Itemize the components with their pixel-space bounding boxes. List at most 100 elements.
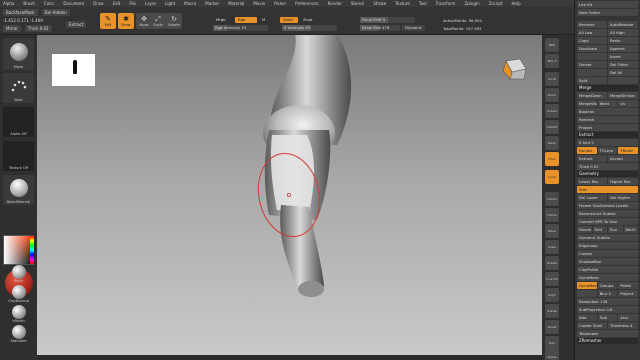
palette-reconstruct-subdiv-button[interactable]: Reconstruct Subdiv: [577, 210, 638, 217]
focal-shift-slider[interactable]: Focal Shift 0: [360, 17, 415, 23]
palette-higher-res-button[interactable]: Higher Res: [608, 178, 638, 185]
palette-groups-button[interactable]: Groups: [597, 282, 618, 289]
palette-s-smt-5-button[interactable]: S Smt 5: [577, 139, 638, 146]
shelf-ghost-button[interactable]: Ghost: [545, 320, 559, 334]
palette-dynamesh-button[interactable]: DynaMesh: [577, 282, 597, 289]
palette-blur-2-button[interactable]: Blur 2: [597, 290, 618, 297]
shelf-actual-button[interactable]: Actual: [545, 104, 559, 118]
palette-freeze-subdivision-levels-button[interactable]: Freeze SubDivision Levels: [577, 202, 638, 209]
palette-all-low-button[interactable]: All Low: [577, 29, 607, 36]
palette-accept-button[interactable]: Accept: [608, 155, 638, 162]
palette-autoreorder-button[interactable]: AutoReorder: [608, 21, 638, 28]
menu-alpha[interactable]: Alpha: [3, 1, 14, 6]
shelf-gizmo-button[interactable]: Gizmo: [545, 192, 559, 206]
shelf-local-button[interactable]: Local: [545, 170, 559, 184]
palette-project-button[interactable]: Project: [577, 124, 638, 131]
palette-dynamesh-button[interactable]: DynaMesh: [577, 274, 638, 281]
menu-transform[interactable]: Transform: [436, 1, 456, 6]
shelf-rotate-button[interactable]: Rotate: [545, 256, 559, 270]
geometry-section-header[interactable]: Geometry: [577, 171, 638, 177]
palette-divide-button[interactable]: Divide: [577, 226, 592, 233]
menu-brush[interactable]: Brush: [23, 1, 35, 6]
material-selector[interactable]: BasicMaterial: [3, 175, 34, 205]
palette-duplicate-button[interactable]: Duplicate: [577, 45, 607, 52]
shelf-bpr-button[interactable]: BPR: [545, 38, 559, 52]
palette-crease-button[interactable]: Crease: [577, 250, 638, 257]
palette-sub-button[interactable]: Sub: [597, 314, 618, 321]
stroke-selector[interactable]: Dots: [3, 73, 34, 103]
palette-double-button[interactable]: Double: [577, 147, 597, 154]
palette-suv-button[interactable]: Suv: [608, 226, 623, 233]
extract-button[interactable]: Extract: [66, 21, 87, 28]
palette-add-button[interactable]: Add: [577, 314, 597, 321]
palette-convert-bpr-to-geo-button[interactable]: Convert BPR To Geo: [577, 218, 638, 225]
color-picker[interactable]: [3, 235, 34, 265]
palette-thickness-4-button[interactable]: Thickness 4: [608, 322, 638, 329]
rgb-intensity-slider[interactable]: Rgb Intensity 25: [213, 25, 268, 31]
palette-uv-button[interactable]: Uv: [618, 100, 639, 107]
palette-lite-kit-button[interactable]: Lite Kit: [577, 1, 638, 8]
shelf-floor-button[interactable]: Floor: [545, 152, 559, 166]
menu-stencil[interactable]: Stencil: [351, 1, 365, 6]
palette-tcorne-button[interactable]: TCorne: [597, 147, 618, 154]
palette-mergedown-button[interactable]: MergeDown: [577, 92, 607, 99]
mrgb-button[interactable]: Mrgb: [213, 17, 229, 23]
standard-brush-button[interactable]: Standard: [5, 325, 32, 343]
draw-mode-button[interactable]: ✱ Draw: [118, 13, 134, 29]
zsub-button[interactable]: Zsub: [300, 17, 315, 23]
palette-sdiv-button[interactable]: Sdiv: [577, 186, 638, 193]
dynamic-button[interactable]: Dynamic: [402, 25, 425, 31]
menu-picker[interactable]: Picker: [274, 1, 286, 6]
claybuildup-brush-button[interactable]: ClayBuildup: [5, 285, 32, 303]
menu-edit[interactable]: Edit: [113, 1, 121, 6]
shelf-move-button[interactable]: Move: [545, 224, 559, 238]
menu-help[interactable]: Help: [512, 1, 521, 6]
menu-render[interactable]: Render: [328, 1, 342, 6]
menu-tool[interactable]: Tool: [419, 1, 427, 6]
palette-del-lower-button[interactable]: Del Lower: [577, 194, 607, 201]
menu-light[interactable]: Light: [165, 1, 175, 6]
palette-edgeloop-button[interactable]: EdgeLoop: [577, 242, 638, 249]
rgb-button[interactable]: Rgb: [235, 17, 257, 23]
menu-file[interactable]: File: [129, 1, 136, 6]
palette-delete-button[interactable]: Delete: [577, 61, 607, 68]
palette-and-button[interactable]: And: [618, 314, 639, 321]
palette-extract-button[interactable]: Extract: [577, 155, 607, 162]
orientation-cube-icon[interactable]: [500, 57, 528, 81]
shelf-line-fill-button[interactable]: Line Fill: [545, 272, 559, 286]
palette-claypolish-button[interactable]: ClayPolish: [577, 266, 638, 273]
hue-strip[interactable]: [30, 236, 34, 264]
palette-insert-button[interactable]: Insert: [608, 53, 638, 60]
menu-preferences[interactable]: Preferences: [295, 1, 319, 6]
edit-mode-button[interactable]: ✎ Edit: [100, 13, 116, 29]
alpha-selector[interactable]: Alpha Off: [3, 107, 34, 137]
thick-slider[interactable]: Thick 0.02: [24, 25, 52, 32]
menu-material[interactable]: Material: [228, 1, 244, 6]
palette-thick-0-02-button[interactable]: Thick 0.02: [577, 163, 638, 170]
shelf-frame-button[interactable]: Frame: [545, 208, 559, 222]
palette-del-other-button[interactable]: Del Other: [608, 61, 638, 68]
brush-selector[interactable]: Move: [3, 38, 34, 70]
z-intensity-slider[interactable]: Z Intensity 53: [282, 25, 337, 31]
pinch-brush-button[interactable]: Pinch: [5, 265, 32, 283]
hpolish-brush-button[interactable]: hPolish: [5, 305, 32, 323]
m-button[interactable]: M: [259, 17, 268, 23]
del-hidden-button[interactable]: Del Hidden: [41, 9, 70, 16]
palette-lower-res-button[interactable]: Lower Res: [577, 178, 607, 185]
palette-dynamic-subdiv-button[interactable]: Dynamic Subdiv: [577, 234, 638, 241]
palette-project-button[interactable]: Project: [618, 290, 639, 297]
menu-color[interactable]: Color: [44, 1, 54, 6]
palette-split-button[interactable]: Split: [577, 77, 607, 84]
menu-layer[interactable]: Layer: [145, 1, 156, 6]
palette-shadowbox-button[interactable]: ShadowBox: [577, 258, 638, 265]
menu-marker[interactable]: Marker: [205, 1, 219, 6]
palette-mergesimilar-button[interactable]: MergeSimilar: [608, 92, 638, 99]
menu-texture[interactable]: Texture: [395, 1, 410, 6]
menu-draw[interactable]: Draw: [93, 1, 103, 6]
merge-section-header[interactable]: Merge: [577, 85, 638, 91]
mirror-button[interactable]: Mirror: [3, 25, 21, 32]
menu-zscript[interactable]: Zscript: [489, 1, 503, 6]
palette-append-button[interactable]: Append: [608, 45, 638, 52]
menu-stroke[interactable]: Stroke: [373, 1, 386, 6]
shelf-scale-button[interactable]: Scale: [545, 240, 559, 254]
